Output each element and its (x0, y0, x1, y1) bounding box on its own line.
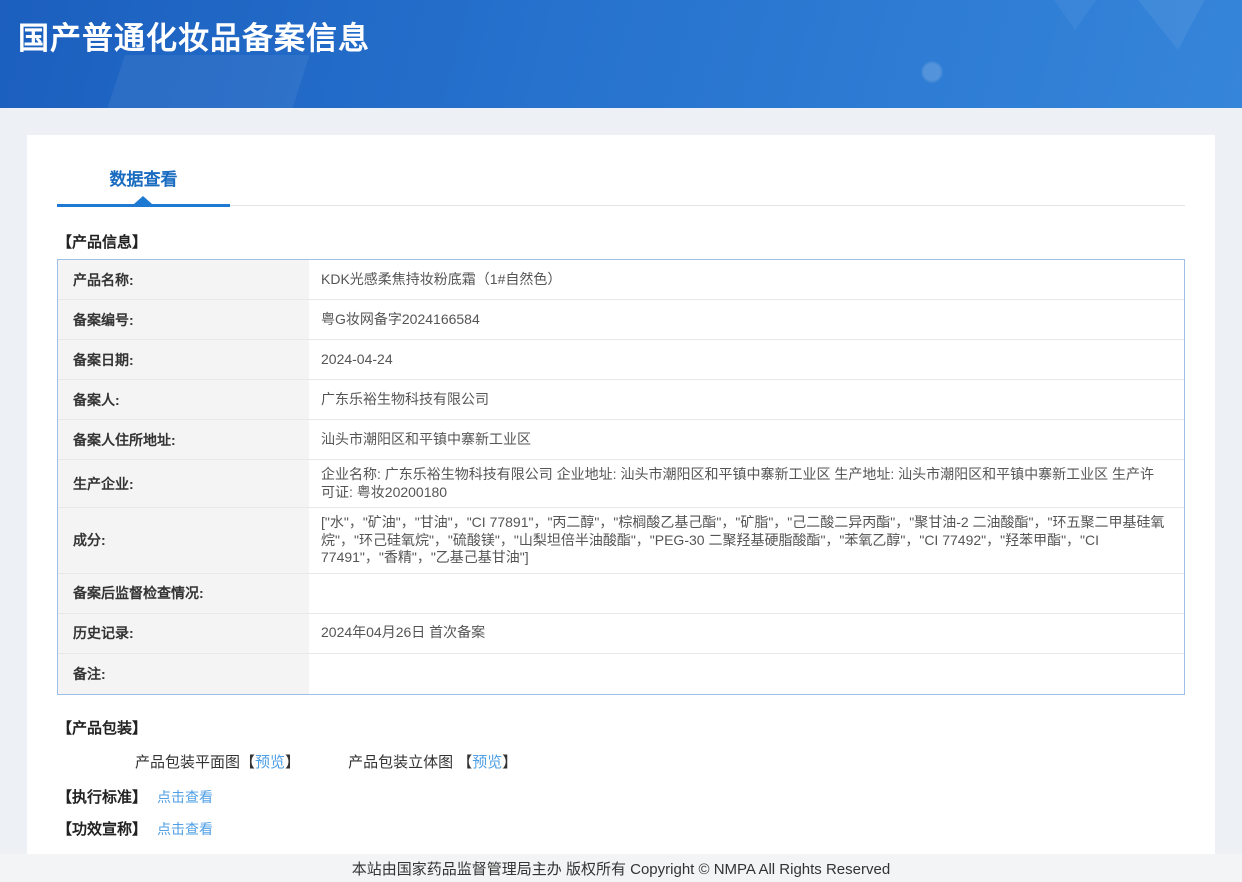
row-value: 汕头市潮阳区和平镇中寨新工业区 (321, 430, 531, 447)
row-record-date: 备案日期: 2024-04-24 (58, 340, 1184, 380)
row-manufacturer: 生产企业: 企业名称: 广东乐裕生物科技有限公司 企业地址: 汕头市潮阳区和平镇… (58, 460, 1184, 508)
row-value (309, 654, 1184, 694)
row-label: 备案编号: (58, 300, 309, 339)
packaging-stereo-item: 产品包装立体图 【预览】 (348, 754, 517, 771)
standard-row: 【执行标准】 点击查看 (57, 786, 1185, 807)
page-header: 国产普通化妆品备案信息 (0, 0, 1242, 108)
row-value: 企业名称: 广东乐裕生物科技有限公司 企业地址: 汕头市潮阳区和平镇中寨新工业区… (321, 466, 1155, 500)
row-value: 2024年04月26日 首次备案 (321, 624, 486, 641)
page-footer: 本站由国家药品监督管理局主办 版权所有 Copyright © NMPA All… (0, 854, 1242, 882)
efficacy-view-link[interactable]: 点击查看 (157, 821, 213, 837)
efficacy-row: 【功效宣称】 点击查看 (57, 818, 1185, 839)
row-ingredients: 成分: ["水"，"矿油"，"甘油"，"CI 77891"，"丙二醇"，"棕榈酸… (58, 508, 1184, 574)
row-label: 生产企业: (58, 460, 309, 507)
packaging-stereo-label: 产品包装立体图 (348, 753, 458, 771)
row-value: KDK光感柔焦持妆粉底霜（1#自然色） (321, 270, 562, 287)
row-value: 粤G妆网备字2024166584 (321, 310, 480, 327)
row-label: 备案日期: (58, 340, 309, 379)
section-title-standard: 【执行标准】 (57, 788, 148, 806)
bracket: 【 (457, 753, 473, 771)
footer-copyright-text: 本站由国家药品监督管理局主办 版权所有 Copyright © NMPA All… (351, 860, 891, 878)
banner-decoration-triangle (1130, 0, 1210, 50)
packaging-stereo-preview-link[interactable]: 预览 (472, 754, 502, 771)
bracket: 】 (285, 753, 301, 771)
banner-decoration-polygon (105, 55, 310, 108)
row-label: 备案人: (58, 380, 309, 419)
packaging-flat-label: 产品包装平面图 (135, 753, 241, 771)
content-card: 数据查看 【产品信息】 产品名称: KDK光感柔焦持妆粉底霜（1#自然色） 备案… (27, 135, 1215, 854)
row-applicant: 备案人: 广东乐裕生物科技有限公司 (58, 380, 1184, 420)
bracket: 】 (502, 753, 518, 771)
row-value: 广东乐裕生物科技有限公司 (321, 390, 489, 407)
section-title-packaging: 【产品包装】 (57, 719, 148, 737)
row-label: 产品名称: (58, 260, 309, 299)
banner-decoration-dot (922, 62, 942, 82)
row-label: 备注: (58, 653, 309, 694)
packaging-flat-preview-link[interactable]: 预览 (255, 754, 285, 771)
row-label: 成分: (58, 508, 309, 573)
row-supervision: 备案后监督检查情况: (58, 573, 1184, 614)
row-value: 2024-04-24 (321, 350, 393, 367)
standard-view-link[interactable]: 点击查看 (157, 789, 213, 805)
packaging-row: 产品包装平面图【预览】 产品包装立体图 【预览】 (57, 751, 1185, 772)
row-remarks: 备注: (58, 653, 1184, 694)
tab-bar: 数据查看 (57, 165, 1185, 207)
section-title-efficacy: 【功效宣称】 (57, 820, 148, 838)
page-title: 国产普通化妆品备案信息 (18, 21, 370, 56)
row-value (309, 574, 1184, 613)
bracket: 【 (240, 753, 256, 771)
row-applicant-address: 备案人住所地址: 汕头市潮阳区和平镇中寨新工业区 (58, 420, 1184, 460)
row-label: 备案人住所地址: (58, 420, 309, 459)
banner-decoration-triangle (1040, 0, 1110, 30)
row-label: 历史记录: (58, 613, 309, 653)
packaging-flat-item: 产品包装平面图【预览】 (135, 754, 300, 771)
product-info-table: 产品名称: KDK光感柔焦持妆粉底霜（1#自然色） 备案编号: 粤G妆网备字20… (57, 259, 1185, 695)
row-history: 历史记录: 2024年04月26日 首次备案 (58, 613, 1184, 654)
tab-active-underline (57, 204, 230, 207)
row-record-number: 备案编号: 粤G妆网备字2024166584 (58, 300, 1184, 340)
section-title-product-info: 【产品信息】 (57, 234, 148, 251)
row-label: 备案后监督检查情况: (58, 573, 309, 613)
row-value: ["水"，"矿油"，"甘油"，"CI 77891"，"丙二醇"，"棕榈酸乙基己酯… (321, 514, 1165, 565)
tab-active-caret (134, 196, 152, 204)
row-product-name: 产品名称: KDK光感柔焦持妆粉底霜（1#自然色） (58, 260, 1184, 300)
